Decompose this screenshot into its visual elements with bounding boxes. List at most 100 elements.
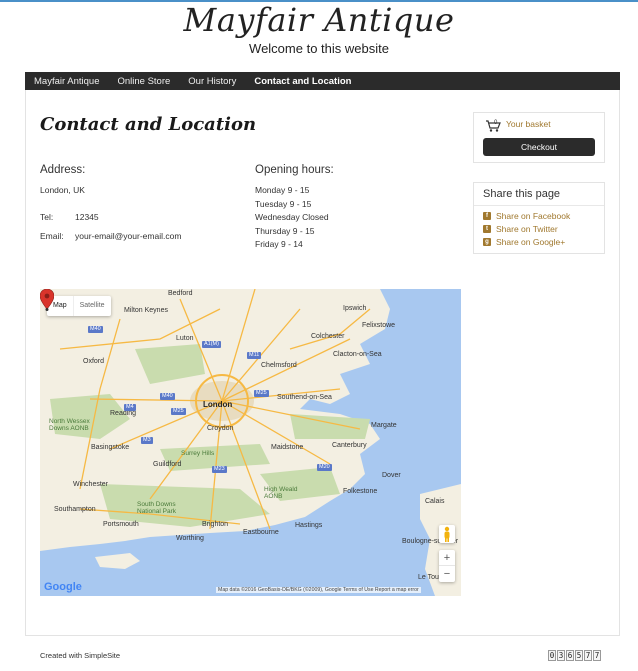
- map-attribution[interactable]: Map data ©2016 GeoBasis-DE/BKG (©2009), …: [216, 587, 421, 593]
- map-label: Clacton-on-Sea: [333, 351, 382, 358]
- map-label: Milton Keynes: [124, 307, 168, 314]
- hours-line: Tuesday 9 - 15: [255, 198, 312, 209]
- map-label: Southampton: [54, 506, 96, 513]
- share-divider: [474, 205, 604, 206]
- counter-digit: 5: [575, 650, 583, 661]
- main-nav: Mayfair Antique Online Store Our History…: [25, 72, 620, 90]
- twitter-icon: t: [483, 225, 491, 233]
- opening-hours-heading: Opening hours:: [255, 164, 334, 176]
- share-google-plus-link[interactable]: g Share on Google+: [483, 237, 565, 247]
- hours-line: Monday 9 - 15: [255, 185, 310, 195]
- site-header: Mayfair Antique Welcome to this website: [0, 0, 638, 56]
- page-title: Contact and Location: [40, 114, 257, 135]
- map-label: Southend-on-Sea: [277, 394, 332, 401]
- facebook-icon: f: [483, 212, 491, 220]
- share-twitter-label: Share on Twitter: [496, 224, 558, 234]
- share-google-plus-label: Share on Google+: [496, 237, 566, 247]
- counter-digit: 6: [566, 650, 574, 661]
- road-badge: M4: [124, 404, 136, 411]
- map-label: Luton: [176, 335, 194, 342]
- hours-line: Wednesday Closed: [255, 212, 329, 223]
- site-title[interactable]: Mayfair Antique: [0, 2, 638, 38]
- map-label: Dover: [382, 472, 401, 479]
- map-type-satellite-button[interactable]: Satellite: [72, 296, 111, 316]
- email-value[interactable]: your-email@your-email.com: [75, 231, 181, 241]
- location-map[interactable]: Map Satellite Bedford Ipswich Milton Key…: [40, 289, 461, 596]
- map-label: Bedford: [168, 290, 193, 297]
- map-label: Felixstowe: [362, 322, 396, 329]
- map-label-london: London: [203, 400, 233, 409]
- share-facebook-link[interactable]: f Share on Facebook: [483, 211, 570, 221]
- visitor-counter: 0 3 6 5 7 7: [547, 650, 601, 661]
- email-label: Email:: [40, 231, 64, 241]
- share-heading: Share this page: [483, 188, 561, 200]
- map-label: Guildford: [153, 461, 182, 468]
- map-label: Worthing: [176, 535, 204, 542]
- map-label: Croydon: [207, 425, 234, 432]
- google-plus-icon: g: [483, 238, 491, 246]
- map-land-isle-of-wight: [95, 553, 140, 569]
- road-badge: M23: [212, 466, 227, 473]
- map-label: Portsmouth: [103, 521, 139, 528]
- nav-item-online-store[interactable]: Online Store: [117, 76, 170, 87]
- map-label: Maidstone: [271, 444, 304, 451]
- map-label: Canterbury: [332, 442, 367, 449]
- map-label: Chelmsford: [261, 362, 297, 369]
- nav-item-mayfair-antique[interactable]: Mayfair Antique: [34, 76, 99, 87]
- map-label: South Downs National Park: [137, 501, 177, 515]
- map-label: Oxford: [83, 358, 105, 365]
- counter-digit: 7: [584, 650, 592, 661]
- map-label: Colchester: [311, 333, 345, 340]
- map-label: Winchester: [73, 481, 109, 488]
- road-badge: A1(M): [202, 341, 221, 348]
- map-pin-icon[interactable]: [40, 289, 54, 311]
- basket-icon[interactable]: 0: [485, 118, 501, 133]
- map-label: Reading: [110, 410, 137, 417]
- map-canvas: [40, 289, 461, 596]
- street-view-pegman-icon[interactable]: [439, 525, 455, 543]
- share-box: Share this page f Share on Facebook t Sh…: [473, 182, 605, 254]
- map-label: North Wessex Downs AONB: [49, 418, 90, 432]
- your-basket-link[interactable]: Your basket: [506, 119, 551, 129]
- map-label: High Weald AONB: [264, 486, 298, 500]
- zoom-out-button[interactable]: −: [439, 566, 455, 582]
- map-label: Eastbourne: [243, 529, 279, 536]
- map-label: Brighton: [202, 521, 229, 528]
- hours-line: Thursday 9 - 15: [255, 225, 315, 236]
- road-badge: M3: [141, 437, 153, 444]
- opening-hours-list: Monday 9 - 15 Tuesday 9 - 15 Wednesday C…: [255, 184, 329, 252]
- zoom-in-button[interactable]: +: [439, 550, 455, 566]
- road-badge: M11: [247, 352, 262, 359]
- google-logo[interactable]: Google: [44, 581, 82, 593]
- road-badge: M25: [254, 390, 269, 397]
- map-zoom-control: + −: [439, 550, 455, 582]
- road-badge: M20: [317, 464, 332, 471]
- share-twitter-link[interactable]: t Share on Twitter: [483, 224, 558, 234]
- hours-line: Friday 9 - 14: [255, 239, 303, 250]
- map-label: Hastings: [295, 522, 323, 529]
- road-badge: M25: [171, 408, 186, 415]
- map-label: Ipswich: [343, 305, 367, 312]
- counter-digit: 7: [593, 650, 601, 661]
- road-badge: M40: [160, 393, 175, 400]
- map-label: Margate: [371, 422, 397, 429]
- address-city: London, UK: [40, 185, 85, 195]
- map-label: Calais: [425, 498, 445, 505]
- tel-value: 12345: [75, 212, 99, 222]
- road-badge: M40: [88, 326, 103, 333]
- nav-item-contact-and-location[interactable]: Contact and Location: [254, 76, 351, 87]
- site-subtitle: Welcome to this website: [249, 41, 389, 56]
- counter-digit: 0: [548, 650, 556, 661]
- address-heading: Address:: [40, 164, 86, 176]
- map-label: Basingstoke: [91, 444, 130, 451]
- nav-item-our-history[interactable]: Our History: [188, 76, 236, 87]
- map-label: Surrey Hills: [181, 450, 215, 457]
- share-facebook-label: Share on Facebook: [496, 211, 571, 221]
- map-type-control: Map Satellite: [47, 296, 111, 316]
- map-label: Folkestone: [343, 488, 378, 495]
- checkout-button[interactable]: Checkout: [483, 138, 595, 156]
- footer-credit[interactable]: Created with SimpleSite: [40, 651, 120, 660]
- basket-box: 0 Your basket Checkout: [473, 112, 605, 163]
- counter-digit: 3: [557, 650, 565, 661]
- tel-label: Tel:: [40, 212, 54, 222]
